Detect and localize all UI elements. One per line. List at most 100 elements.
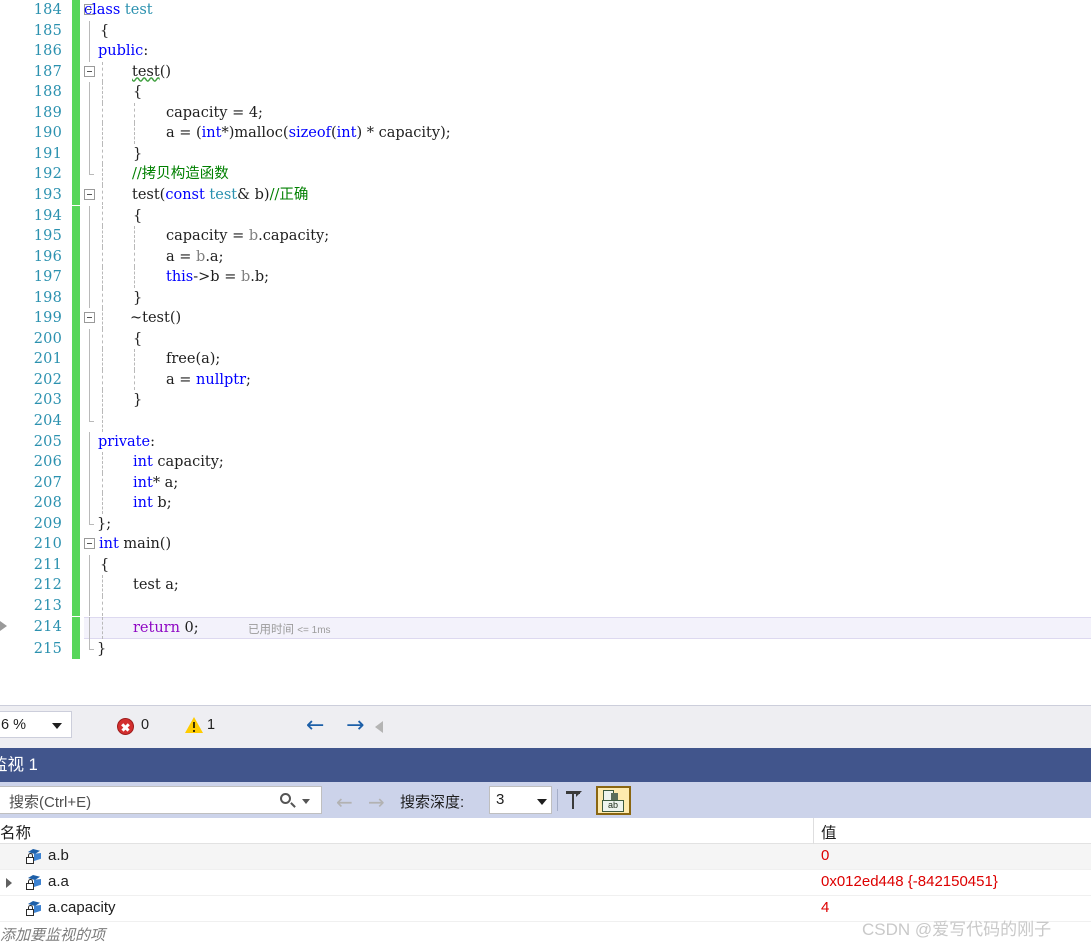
expand-row-icon[interactable] <box>6 878 12 888</box>
watch-name: a.capacity <box>48 899 116 916</box>
change-bar <box>72 61 80 83</box>
code-line[interactable]: 189 capacity = 4; <box>0 102 1091 124</box>
code-line[interactable]: 191 } <box>0 143 1091 165</box>
line-number: 193 <box>33 186 62 203</box>
code-line[interactable]: 205 private: <box>0 431 1091 453</box>
chevron-down-icon[interactable] <box>302 799 310 804</box>
line-number: 191 <box>33 145 62 162</box>
block-guide <box>89 523 94 525</box>
code-line[interactable]: 204 <box>0 411 1091 432</box>
code-line[interactable]: 190 a = (int*)malloc(sizeof(int) * capac… <box>0 123 1091 144</box>
change-bar <box>72 308 80 329</box>
collapse-toggle-icon[interactable] <box>84 188 95 200</box>
change-bar <box>72 411 80 432</box>
code-line[interactable]: 185 { <box>0 20 1091 42</box>
zoom-level-combobox[interactable]: 6 % <box>0 711 72 738</box>
code-line[interactable]: 193 test(const test& b)//正确 <box>0 184 1091 206</box>
block-guide <box>102 595 103 617</box>
code-line[interactable]: 192 //拷贝构造函数 <box>0 164 1091 185</box>
table-row[interactable]: a.a 0x012ed448 {-842150451} <box>0 870 1091 896</box>
change-bar <box>72 472 80 494</box>
block-guide <box>102 616 103 639</box>
code-line[interactable]: 201 free(a); <box>0 349 1091 370</box>
watch-value[interactable]: 0x012ed448 {-842150451} <box>821 873 998 890</box>
code-line[interactable]: 203 } <box>0 390 1091 411</box>
change-bar <box>72 349 80 370</box>
search-next-button[interactable]: → <box>368 790 385 814</box>
block-guide <box>89 205 90 227</box>
block-guide <box>89 287 90 309</box>
code-line[interactable]: 202 a = nullptr; <box>0 369 1091 391</box>
add-watch-placeholder: 添加要监视的项 <box>0 927 106 944</box>
block-guide <box>102 226 103 247</box>
watch-value[interactable]: 4 <box>821 899 829 916</box>
show-variable-names-toggle[interactable]: ab <box>596 786 631 815</box>
block-guide <box>102 411 103 432</box>
code-line[interactable]: 198 } <box>0 287 1091 309</box>
block-guide <box>102 575 103 596</box>
collapse-toggle-icon[interactable] <box>84 538 95 550</box>
search-input[interactable]: 搜索(Ctrl+E) <box>0 786 322 814</box>
ab-label: ab <box>602 800 624 812</box>
code-line[interactable]: 207 int* a; <box>0 472 1091 494</box>
block-guide <box>89 595 90 617</box>
code-line[interactable]: 188 { <box>0 82 1091 103</box>
collapse-toggle-icon[interactable] <box>84 312 95 324</box>
block-guide <box>102 184 103 206</box>
code-text: private: <box>98 433 155 450</box>
next-issue-button[interactable]: → <box>346 715 364 737</box>
watch-table-header: 名称 值 <box>0 818 1091 844</box>
code-line[interactable]: 213 <box>0 595 1091 617</box>
code-line-current[interactable]: 214 return 0; 已用时间 <= 1ms <box>0 616 1091 639</box>
code-line[interactable]: 196 a = b.a; <box>0 246 1091 268</box>
toolbar-divider <box>557 789 558 811</box>
pin-filter-icon[interactable] <box>566 790 588 810</box>
code-line[interactable]: 209 }; <box>0 513 1091 535</box>
code-line[interactable]: 208 int b; <box>0 493 1091 514</box>
block-guide <box>134 267 135 288</box>
change-bar <box>72 205 80 227</box>
code-line[interactable]: 200 { <box>0 328 1091 350</box>
code-line[interactable]: 206 int capacity; <box>0 452 1091 473</box>
code-line[interactable]: 195 capacity = b.capacity; <box>0 226 1091 247</box>
code-text: //拷贝构造函数 <box>132 166 229 183</box>
collapse-panel-icon[interactable] <box>375 721 383 733</box>
search-icon[interactable] <box>280 793 291 804</box>
block-guide <box>89 575 90 596</box>
change-bar <box>72 575 80 596</box>
code-line[interactable]: 199 ~test() <box>0 308 1091 329</box>
chevron-down-icon[interactable] <box>52 723 62 729</box>
block-guide <box>89 20 90 42</box>
change-bar <box>72 246 80 268</box>
change-bar <box>72 554 80 576</box>
code-line[interactable]: 197 this->b = b.b; <box>0 267 1091 288</box>
code-line[interactable]: 194 { <box>0 205 1091 227</box>
table-row[interactable]: a.b 0 <box>0 844 1091 870</box>
editor-status-strip: 6 % 0 1 ← → <box>0 705 1091 748</box>
block-guide <box>102 267 103 288</box>
previous-issue-button[interactable]: ← <box>306 715 324 737</box>
line-number: 212 <box>33 577 62 594</box>
code-line[interactable]: 184 class test <box>0 0 1091 21</box>
code-line[interactable]: 215 } <box>0 638 1091 660</box>
change-bar <box>72 102 80 124</box>
collapse-toggle-icon[interactable] <box>84 65 95 77</box>
code-editor[interactable]: 184 class test 185 { 186 public: 187 tes… <box>0 0 1091 705</box>
search-depth-dropdown[interactable] <box>532 786 552 814</box>
block-guide <box>102 102 103 124</box>
column-header-name[interactable]: 名称 <box>0 821 31 843</box>
search-previous-button[interactable]: ← <box>336 790 353 814</box>
code-line[interactable]: 187 test() <box>0 61 1091 83</box>
code-text: } <box>97 640 107 657</box>
column-header-value[interactable]: 值 <box>821 821 837 843</box>
code-line[interactable]: 186 public: <box>0 41 1091 62</box>
watch-value[interactable]: 0 <box>821 847 829 864</box>
code-line[interactable]: 210 int main() <box>0 534 1091 555</box>
zoom-level-value: 6 % <box>1 717 26 733</box>
code-text: a = nullptr; <box>166 371 251 388</box>
change-bar <box>72 513 80 535</box>
column-divider[interactable] <box>813 818 814 844</box>
code-line[interactable]: 212 test a; <box>0 575 1091 596</box>
change-bar <box>72 534 80 555</box>
code-line[interactable]: 211 { <box>0 554 1091 576</box>
